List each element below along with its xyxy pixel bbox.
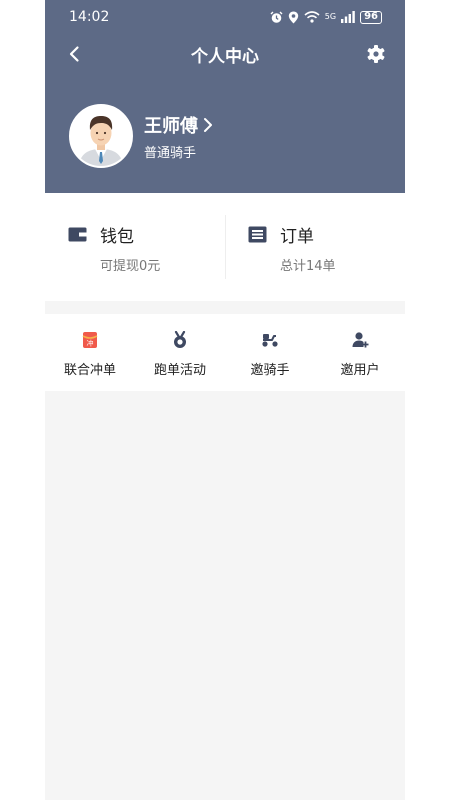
location-icon	[288, 11, 298, 23]
avatar[interactable]	[69, 104, 133, 168]
order-title: 订单	[280, 227, 314, 247]
signal-icon	[341, 11, 355, 23]
chevron-left-icon[interactable]	[65, 44, 85, 64]
red-packet-badge: 冲	[87, 339, 94, 348]
user-role: 普通骑手	[144, 145, 197, 161]
wallet-title: 钱包	[100, 227, 134, 247]
quick-invite-user[interactable]: 邀用户	[315, 314, 405, 391]
wallet-icon	[68, 227, 87, 242]
user-name-row[interactable]: 王师傅	[144, 112, 214, 138]
scooter-icon	[262, 334, 278, 347]
quick-label: 跑单活动	[153, 363, 206, 378]
alarm-icon	[270, 11, 283, 23]
user-name: 王师傅	[144, 115, 198, 137]
wifi-icon	[304, 11, 320, 23]
status-bar: 14:02 5G 96	[45, 0, 405, 34]
quick-actions: 冲 联合冲单 跑单活动 邀骑手 邀用户	[45, 314, 405, 391]
add-user-icon	[352, 332, 369, 348]
gear-icon[interactable]	[365, 43, 387, 65]
order-title-row: 订单	[248, 222, 405, 247]
avatar-man-icon	[71, 106, 131, 166]
nav-bar: 个人中心	[45, 34, 405, 74]
app-screen: 14:02 5G 96 个人中心 王师傅 普通骑手 钱包 可提现0元 订单 总计…	[45, 0, 405, 800]
quick-label: 邀用户	[340, 363, 380, 378]
quick-label: 联合冲单	[63, 363, 116, 378]
red-packet-icon: 冲	[82, 332, 98, 348]
order-card[interactable]: 订单 总计14单	[225, 193, 405, 301]
wallet-balance: 可提现0元	[100, 259, 161, 274]
status-time: 14:02	[69, 9, 110, 25]
quick-run-activity[interactable]: 跑单活动	[135, 314, 225, 391]
profile-header: 14:02 5G 96 个人中心 王师傅 普通骑手	[45, 0, 405, 193]
medal-icon	[174, 331, 186, 348]
quick-joint-order[interactable]: 冲 联合冲单	[45, 314, 135, 391]
order-total: 总计14单	[280, 259, 336, 274]
quick-invite-rider[interactable]: 邀骑手	[225, 314, 315, 391]
stats-panel: 钱包 可提现0元 订单 总计14单	[45, 193, 405, 301]
network-type: 5G	[324, 12, 337, 21]
battery-icon: 96	[360, 10, 382, 24]
wallet-title-row: 钱包	[68, 222, 225, 247]
status-icons: 5G 96	[270, 10, 382, 24]
quick-label: 邀骑手	[250, 363, 290, 378]
profile-text: 王师傅 普通骑手	[144, 112, 214, 161]
page-title: 个人中心	[191, 46, 259, 67]
wallet-card[interactable]: 钱包 可提现0元	[45, 193, 225, 301]
chevron-right-icon	[204, 117, 212, 132]
order-list-icon	[248, 226, 267, 243]
profile-summary[interactable]: 王师傅 普通骑手	[69, 104, 214, 168]
